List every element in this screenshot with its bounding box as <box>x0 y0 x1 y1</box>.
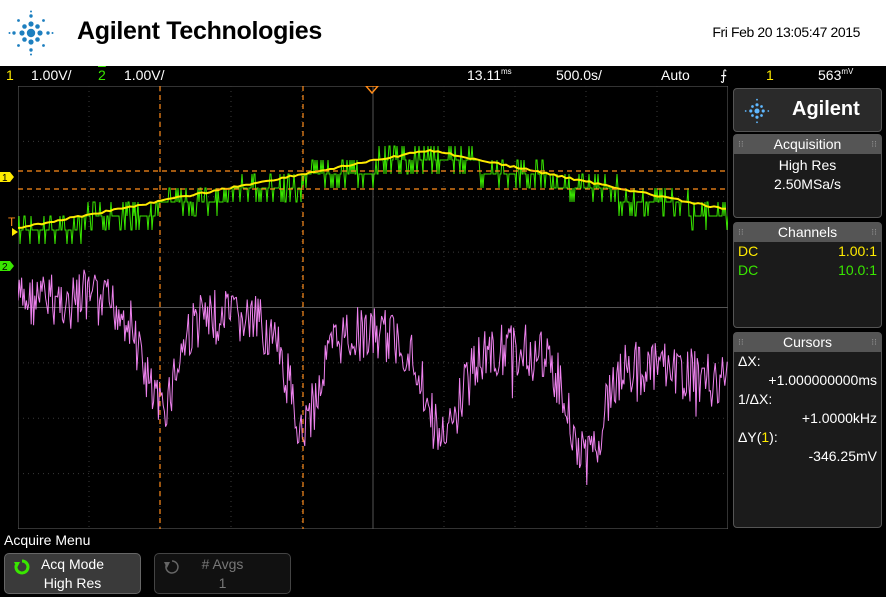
avgs-label: # Avgs <box>201 556 244 572</box>
side-brand-panel: Agilent <box>733 88 882 132</box>
acquisition-title: Acquisition <box>734 135 881 154</box>
channel-marker-column: 1 2 T <box>0 172 18 273</box>
menu-title: Acquire Menu <box>4 532 91 548</box>
timebase-unit: s/ <box>591 67 602 83</box>
side-brand-label: Agilent <box>792 98 860 120</box>
delta-y-value: -346.25mV <box>808 448 877 464</box>
trigger-edge-icon: ⨍ <box>720 67 728 83</box>
channel-2-probe: 10.0:1 <box>838 262 877 278</box>
status-bar: 1 1.00V/ 2 1.00V/ 13.11ms 500.0s/ Auto ⨍… <box>0 66 886 86</box>
ch2-scale[interactable]: 1.00V/ <box>124 67 164 83</box>
waveform-display[interactable] <box>18 86 728 529</box>
cursors-title: Cursors <box>734 333 881 352</box>
acq-mode-softkey[interactable]: Acq Mode High Res <box>4 553 141 594</box>
ch2-number[interactable]: 2 <box>98 67 106 83</box>
delta-y-prefix: ΔY( <box>738 429 762 445</box>
time-offset-value: 13.11 <box>467 67 501 83</box>
channel-1-coupling: DC <box>738 243 759 259</box>
trigger-level-unit: mV <box>841 67 854 76</box>
ch1-ground-marker[interactable]: 1 <box>0 172 14 184</box>
channel-2-row: DC 10.0:1 <box>734 261 881 280</box>
ch1-number[interactable]: 1 <box>6 67 14 83</box>
delta-y-suffix: ): <box>769 429 778 445</box>
trigger-marker-label: T <box>8 215 16 229</box>
acq-mode-label: Acq Mode <box>40 556 105 572</box>
ch2-ground-marker[interactable]: 2 <box>0 261 14 273</box>
datetime-readout: Fri Feb 20 13:05:47 2015 <box>712 24 860 40</box>
timebase-value: 500.0 <box>556 67 592 83</box>
brand-title: Agilent Technologies <box>77 17 322 45</box>
time-offset[interactable]: 13.11ms <box>467 67 512 83</box>
trigger-level-marker[interactable]: T <box>8 215 18 236</box>
delta-y-label: ΔY(1): <box>734 428 881 447</box>
channel-1-row: DC 1.00:1 <box>734 242 881 261</box>
time-offset-unit: ms <box>501 67 512 76</box>
cursors-panel[interactable]: Cursors ΔX: +1.000000000ms 1/ΔX: +1.0000… <box>733 332 882 528</box>
trigger-level[interactable]: 563mV <box>818 67 853 83</box>
channel-2-coupling: DC <box>738 262 759 278</box>
header-bar: Agilent Technologies Fri Feb 20 13:05:47… <box>0 0 886 66</box>
inverse-delta-x-label: 1/ΔX: <box>738 391 773 407</box>
ch1-scale[interactable]: 1.00V/ <box>31 67 71 83</box>
channels-panel[interactable]: Channels DC 1.00:1 DC 10.0:1 <box>733 222 882 328</box>
agilent-spark-logo-icon <box>8 10 54 56</box>
acq-mode-value: High Res <box>43 575 102 591</box>
acquisition-mode: High Res <box>778 157 837 173</box>
agilent-spark-small-icon <box>744 98 770 124</box>
channel-1-probe: 1.00:1 <box>838 243 877 259</box>
acquisition-panel[interactable]: Acquisition High Res 2.50MSa/s <box>733 134 882 218</box>
ch2-marker-label: 2 <box>2 262 8 273</box>
avgs-softkey[interactable]: # Avgs 1 <box>154 553 291 594</box>
delta-x-label: ΔX: <box>738 353 761 369</box>
trigger-level-value: 563 <box>818 67 842 83</box>
acquisition-rate: 2.50MSa/s <box>774 176 841 192</box>
delta-y-channel: 1 <box>761 429 770 445</box>
avgs-value: 1 <box>218 575 227 591</box>
channels-title: Channels <box>734 223 881 242</box>
ch1-marker-label: 1 <box>2 173 8 184</box>
timebase[interactable]: 500.0s/ <box>556 67 602 83</box>
trigger-mode[interactable]: Auto <box>661 67 690 83</box>
delta-x-value: +1.000000000ms <box>768 372 877 388</box>
inverse-delta-x-value: +1.0000kHz <box>801 410 877 426</box>
trigger-source[interactable]: 1 <box>766 67 774 83</box>
